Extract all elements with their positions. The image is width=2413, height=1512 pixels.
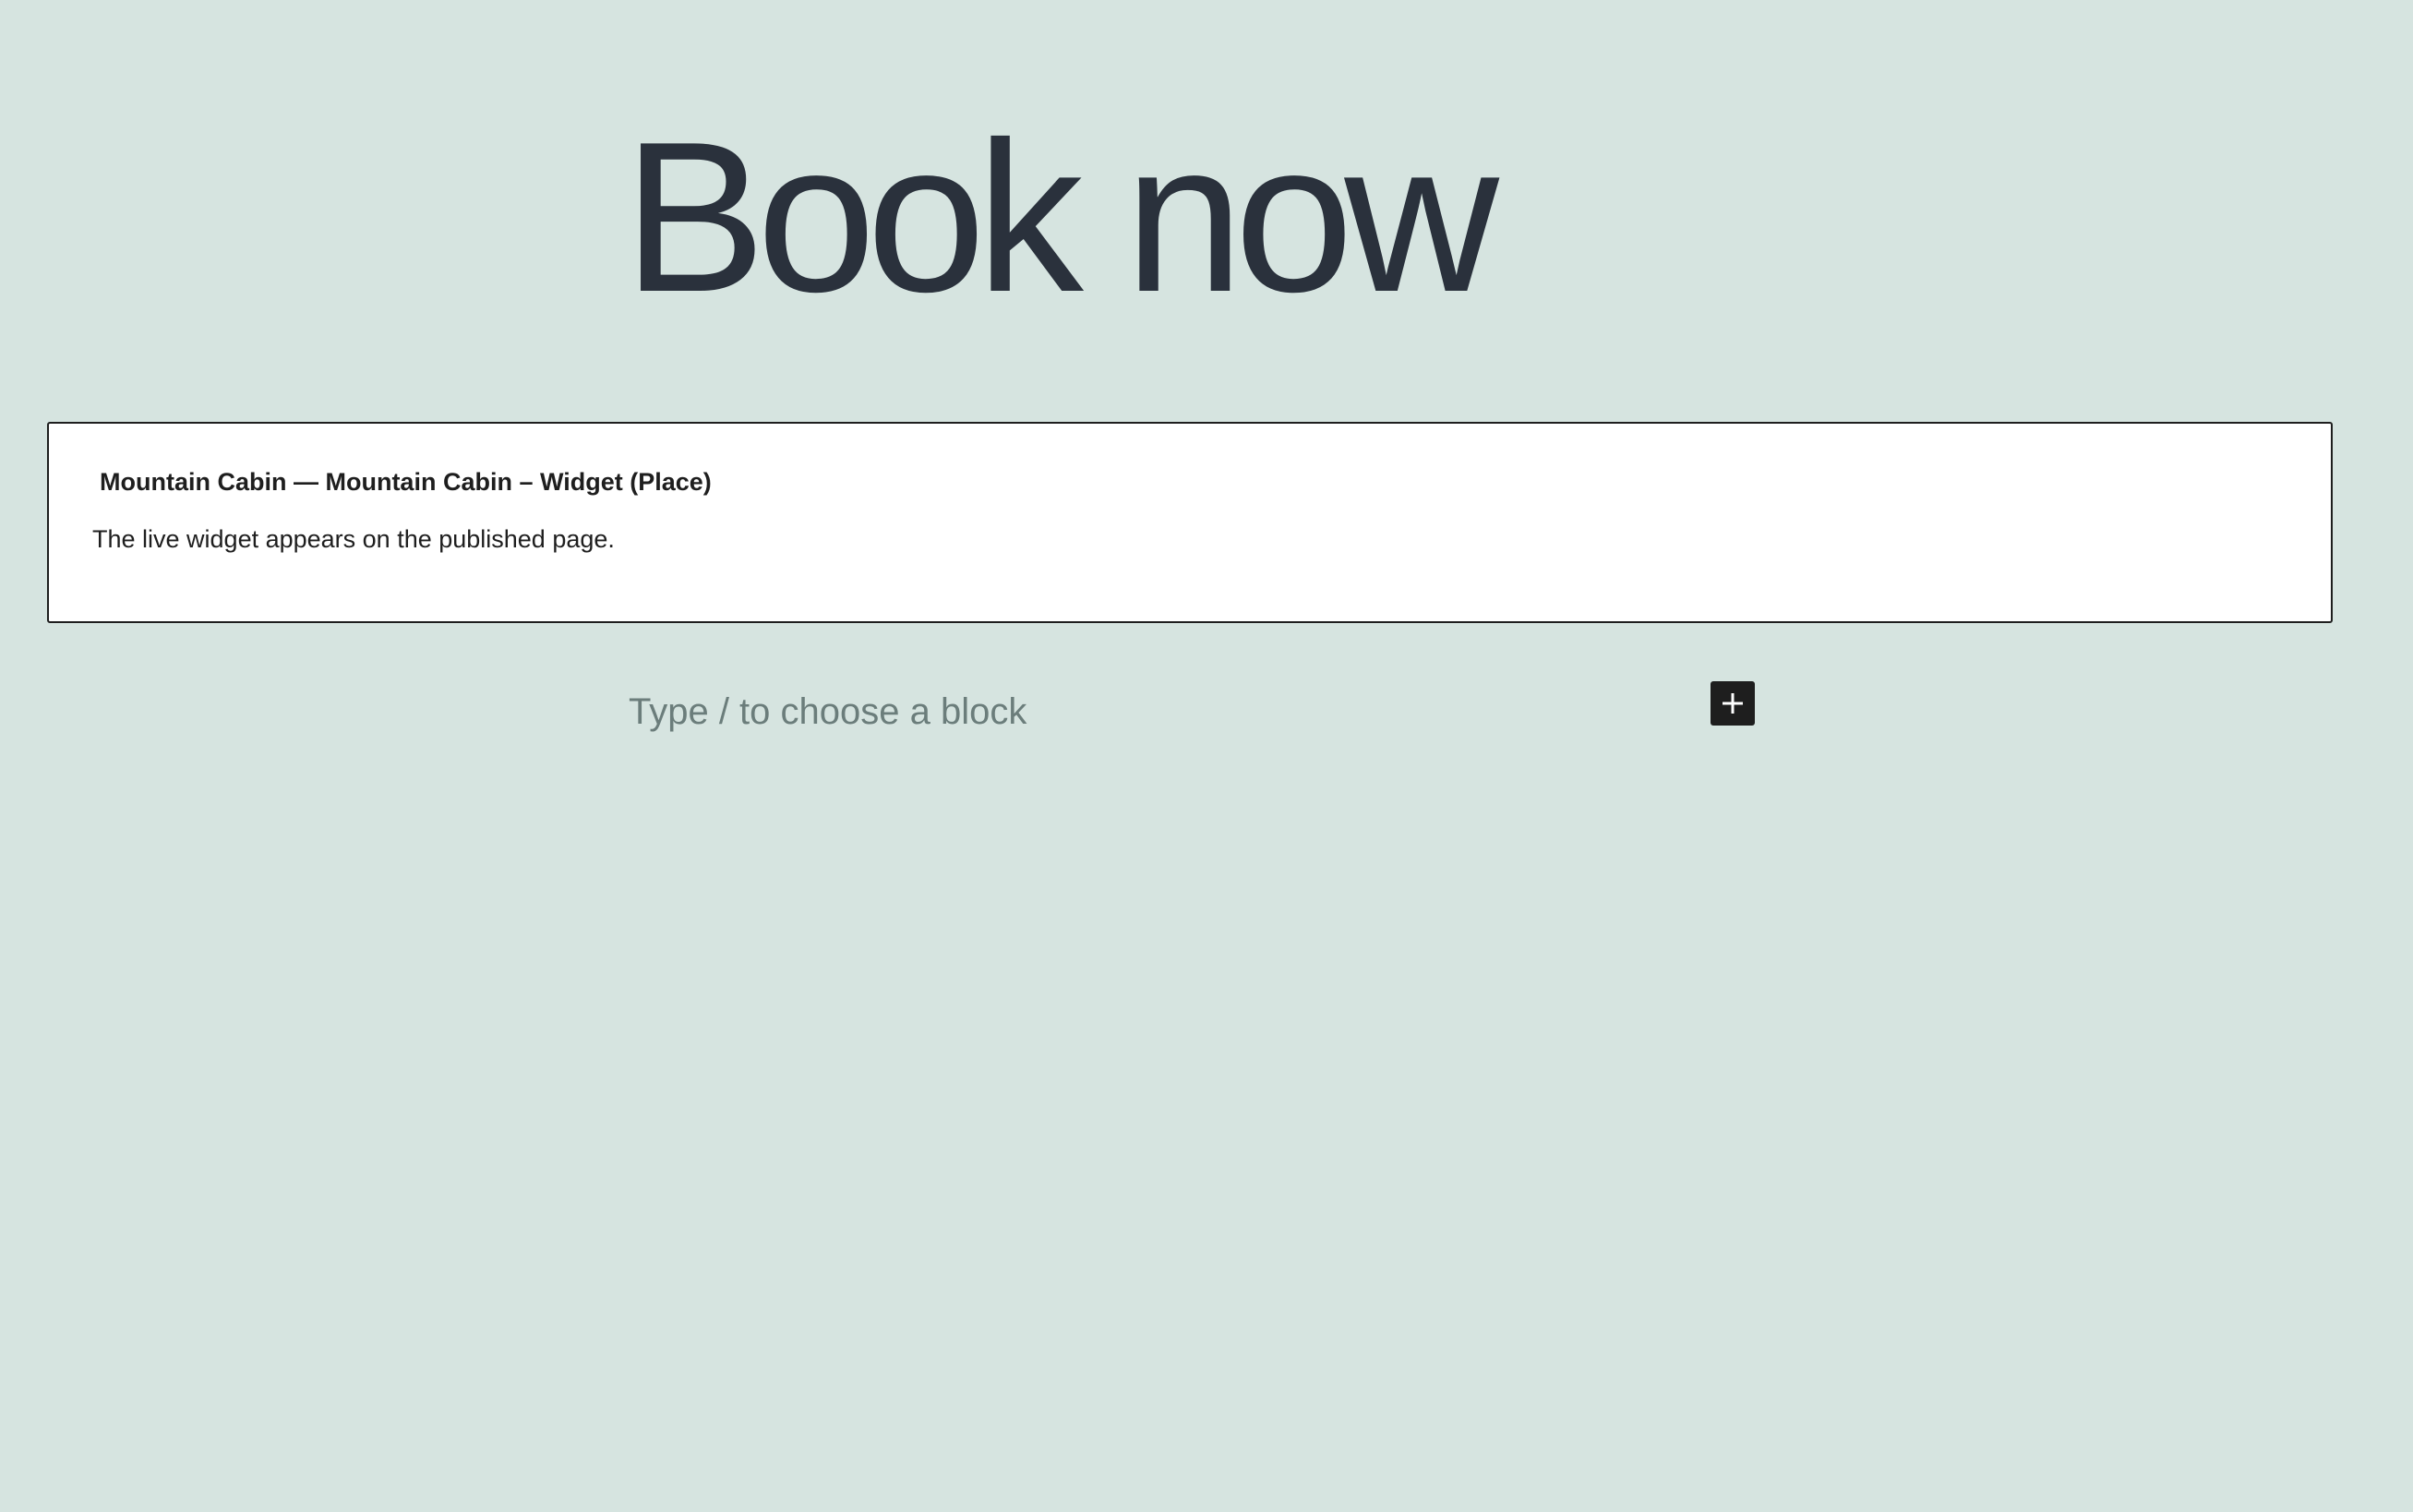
widget-block[interactable]: Mountain Cabin — Mountain Cabin – Widget… [47, 422, 2333, 623]
block-inserter-button[interactable] [1711, 681, 1755, 726]
widget-heading: Mountain Cabin — Mountain Cabin – Widget… [100, 468, 712, 496]
plus-icon [1720, 690, 1746, 716]
block-placeholder[interactable]: Type / to choose a block [629, 690, 1690, 734]
page-title[interactable]: Book now [623, 111, 1499, 325]
widget-note: The live widget appears on the published… [92, 525, 615, 553]
